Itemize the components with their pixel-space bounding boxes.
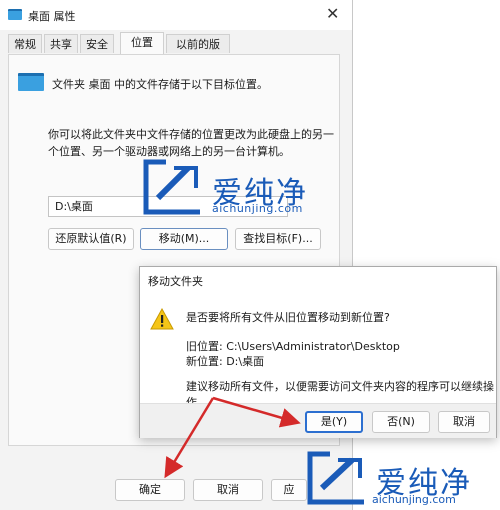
no-button[interactable]: 否(N) xyxy=(372,411,430,433)
tab-previous-versions[interactable]: 以前的版本 xyxy=(166,34,230,70)
apply-button[interactable]: 应 xyxy=(271,479,307,501)
tab-general[interactable]: 常规 xyxy=(8,34,42,53)
window-title: 桌面 属性 xyxy=(28,10,76,23)
warning-icon xyxy=(150,308,174,330)
move-folder-dialog: 移动文件夹 是否要将所有文件从旧位置移动到新位置? 旧位置: C:\Users\… xyxy=(139,266,497,438)
cancel-button[interactable]: 取消 xyxy=(193,479,263,501)
tab-sharing[interactable]: 共享 xyxy=(44,34,78,53)
find-target-button[interactable]: 查找目标(F)... xyxy=(235,228,321,250)
dialog-title-bar: 移动文件夹 xyxy=(140,267,496,291)
watermark-logo xyxy=(143,159,200,215)
watermark-url: aichunjing.com xyxy=(372,493,456,506)
dialog-title: 移动文件夹 xyxy=(148,275,203,288)
move-button[interactable]: 移动(M)... xyxy=(140,228,228,250)
folder-icon xyxy=(8,9,22,20)
folder-icon xyxy=(18,73,44,91)
ok-button[interactable]: 确定 xyxy=(115,479,185,501)
restore-default-button[interactable]: 还原默认值(R) xyxy=(48,228,134,250)
dialog-cancel-button[interactable]: 取消 xyxy=(438,411,490,433)
dialog-question: 是否要将所有文件从旧位置移动到新位置? xyxy=(186,311,390,324)
watermark-logo xyxy=(307,451,364,505)
old-location-text: 旧位置: C:\Users\Administrator\Desktop xyxy=(186,340,400,353)
title-bar: 桌面 属性 ✕ xyxy=(0,0,352,30)
watermark-url: aichunjing.com xyxy=(212,202,303,215)
tab-security[interactable]: 安全 xyxy=(80,34,114,53)
description-text: 你可以将此文件夹中文件存储的位置更改为此硬盘上的另一个位置、另一个驱动器或网络上… xyxy=(48,128,334,158)
close-icon[interactable]: ✕ xyxy=(326,3,339,25)
new-location-text: 新位置: D:\桌面 xyxy=(186,355,265,368)
yes-button[interactable]: 是(Y) xyxy=(305,411,363,433)
folder-info-text: 文件夹 桌面 中的文件存储于以下目标位置。 xyxy=(52,78,268,91)
tab-location[interactable]: 位置 xyxy=(120,32,164,54)
